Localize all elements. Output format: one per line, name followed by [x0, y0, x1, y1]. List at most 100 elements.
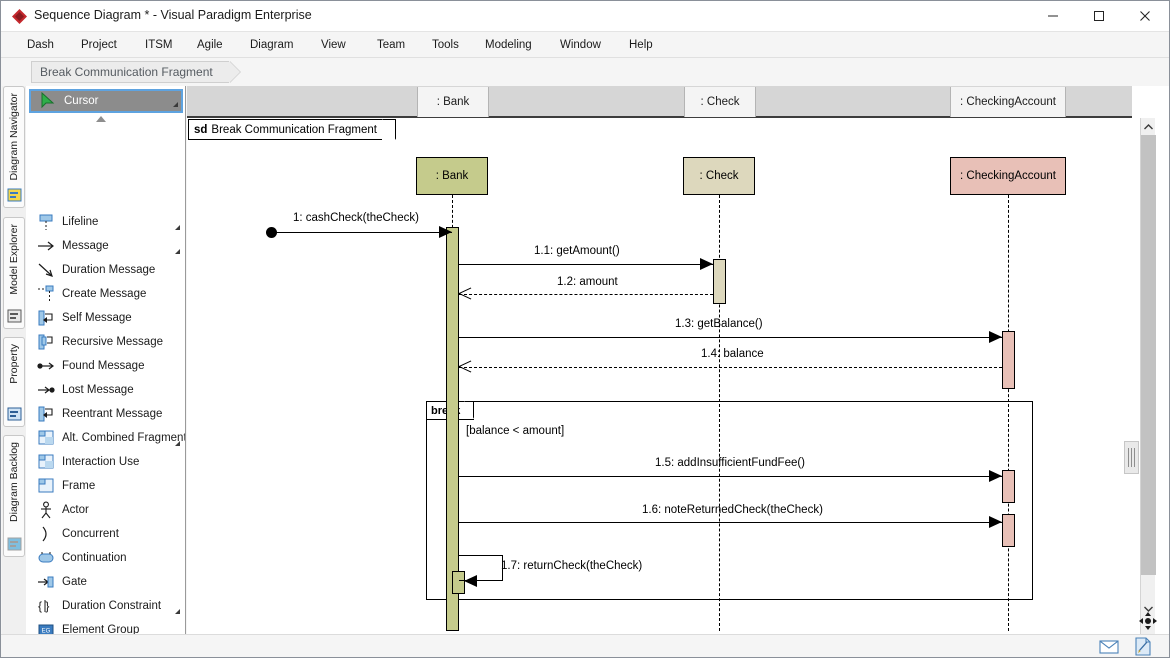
minimize-button[interactable] [1030, 1, 1076, 31]
lifeline-head-check[interactable]: : Check [683, 157, 755, 195]
break-fragment-guard: [balance < amount] [466, 425, 565, 437]
menu-item-team[interactable]: Team [367, 32, 415, 58]
lifeline-head-checkingaccount[interactable]: : CheckingAccount [950, 157, 1066, 195]
menu-item-itsm[interactable]: ITSM [135, 32, 182, 58]
menu-item-agile[interactable]: Agile [187, 32, 233, 58]
message-1-label: 1: cashCheck(theCheck) [293, 212, 419, 224]
activation-bar-check[interactable] [713, 259, 726, 304]
message-1-2-line [459, 294, 713, 295]
close-icon [1140, 11, 1150, 21]
menu-item-help[interactable]: Help [619, 32, 663, 58]
palette-item-self-message[interactable]: Self Message [29, 306, 183, 330]
palette-item-alt-combined-fragment[interactable]: Alt. Combined Fragment [29, 426, 185, 450]
side-tab-diagram-backlog[interactable]: Diagram Backlog [3, 435, 25, 557]
column-header-checkingaccount[interactable]: : CheckingAccount [950, 87, 1066, 117]
maximize-button[interactable] [1076, 1, 1122, 31]
palette-item-label: Found Message [62, 360, 145, 372]
activation-bar-checkingaccount[interactable] [1002, 470, 1015, 503]
palette-item-duration-constraint[interactable]: { } Duration Constraint [29, 594, 183, 618]
scroll-thumb[interactable] [1141, 135, 1156, 575]
message-1-7-label: 1.7: returnCheck(theCheck) [501, 560, 643, 572]
interaction-use-icon [37, 453, 55, 471]
menu-item-diagram[interactable]: Diagram [240, 32, 303, 58]
mail-icon[interactable] [1098, 637, 1120, 656]
recursive-message-icon [37, 333, 55, 351]
palette-item-element-group[interactable]: EG Element Group [29, 618, 183, 634]
message-1-4-arrowhead [459, 360, 472, 373]
maximize-icon [1094, 11, 1104, 21]
palette-item-label: Duration Constraint [62, 600, 162, 612]
tool-palette: Cursor Lifeline Message Duration Message Cre… [26, 86, 186, 634]
duration-message-icon [37, 261, 55, 279]
palette-item-gate[interactable]: Gate [29, 570, 183, 594]
reentrant-message-icon [38, 406, 53, 422]
message-1-3-line [459, 337, 1002, 338]
palette-item-found-message[interactable]: Found Message [29, 354, 183, 378]
diagram-navigator-icon [7, 188, 22, 202]
mail-glyph [1099, 640, 1119, 654]
palette-item-concurrent[interactable]: Concurrent [29, 522, 183, 546]
palette-item-cursor[interactable]: Cursor [29, 89, 183, 113]
sd-keyword: sd [194, 123, 208, 136]
palette-item-recursive-message[interactable]: Recursive Message [29, 330, 183, 354]
palette-submenu-corner-icon[interactable] [175, 441, 180, 446]
palette-submenu-corner-icon[interactable] [173, 102, 178, 107]
palette-submenu-corner-icon[interactable] [175, 249, 180, 254]
menu-item-view[interactable]: View [311, 32, 356, 58]
palette-item-actor[interactable]: Actor [29, 498, 183, 522]
message-1-6-line [459, 522, 1002, 523]
message-1-1-label: 1.1: getAmount() [534, 245, 620, 257]
model-explorer-icon [7, 309, 22, 323]
scroll-up-button[interactable] [1141, 118, 1156, 135]
palette-item-label: Cursor [64, 95, 99, 107]
palette-item-frame[interactable]: Frame [29, 474, 183, 498]
canvas-vertical-scrollbar[interactable] [1140, 118, 1156, 634]
breadcrumb[interactable]: Break Communication Fragment [31, 61, 241, 83]
palette-item-message[interactable]: Message [29, 234, 183, 258]
activation-bar-checkingaccount[interactable] [1002, 331, 1015, 389]
palette-scroll-up-button[interactable] [94, 114, 108, 124]
side-tab-property[interactable]: Property [3, 337, 25, 427]
menu-item-modeling[interactable]: Modeling [475, 32, 542, 58]
duration-message-icon [38, 263, 53, 277]
recursive-message-icon [38, 334, 53, 350]
diagram-canvas[interactable]: sd Break Communication Fragment break[ba… [187, 118, 1132, 634]
splitter-grip-icon[interactable] [1124, 441, 1139, 474]
concurrent-icon [37, 525, 55, 543]
menu-item-window[interactable]: Window [550, 32, 611, 58]
menu-item-tools[interactable]: Tools [422, 32, 469, 58]
actor-icon [37, 501, 55, 519]
lifeline-icon [37, 213, 55, 231]
palette-item-duration-message[interactable]: Duration Message [29, 258, 183, 282]
palette-submenu-corner-icon[interactable] [175, 609, 180, 614]
column-header-check[interactable]: : Check [684, 87, 756, 117]
activation-bar-checkingaccount[interactable] [1002, 514, 1015, 547]
menu-bar: Dash Project ITSM Agile Diagram View Team Tools… [1, 32, 1169, 58]
menu-item-dash[interactable]: Dash [17, 32, 64, 58]
application-window: Sequence Diagram * - Visual Paradigm Ent… [0, 0, 1170, 658]
palette-item-label: Lost Message [62, 384, 134, 396]
message-arrow-icon [38, 241, 54, 251]
palette-item-continuation[interactable]: Continuation [29, 546, 183, 570]
side-tab-model-explorer[interactable]: Model Explorer [3, 217, 25, 329]
palette-submenu-corner-icon[interactable] [175, 225, 180, 230]
edit-note-icon[interactable] [1132, 637, 1154, 656]
minimize-icon [1048, 15, 1058, 17]
pan-move-icon[interactable] [1139, 612, 1157, 630]
close-button[interactable] [1122, 1, 1168, 31]
gate-icon [38, 576, 54, 588]
menu-item-project[interactable]: Project [71, 32, 127, 58]
palette-item-interaction-use[interactable]: Interaction Use [29, 450, 183, 474]
create-message-icon [38, 285, 54, 301]
message-1-arrowhead [439, 226, 452, 238]
palette-item-reentrant-message[interactable]: Reentrant Message [29, 402, 183, 426]
palette-item-create-message[interactable]: Create Message [29, 282, 183, 306]
lifeline-head-bank[interactable]: : Bank [416, 157, 488, 195]
column-header-bank[interactable]: : Bank [417, 87, 489, 117]
message-1-6-arrowhead [989, 516, 1002, 528]
element-group-icon: EG [38, 624, 54, 634]
message-1-4-label: 1.4: balance [701, 348, 764, 360]
side-tab-diagram-navigator[interactable]: Diagram Navigator [3, 86, 25, 208]
palette-item-lost-message[interactable]: Lost Message [29, 378, 183, 402]
palette-item-lifeline[interactable]: Lifeline [29, 210, 183, 234]
